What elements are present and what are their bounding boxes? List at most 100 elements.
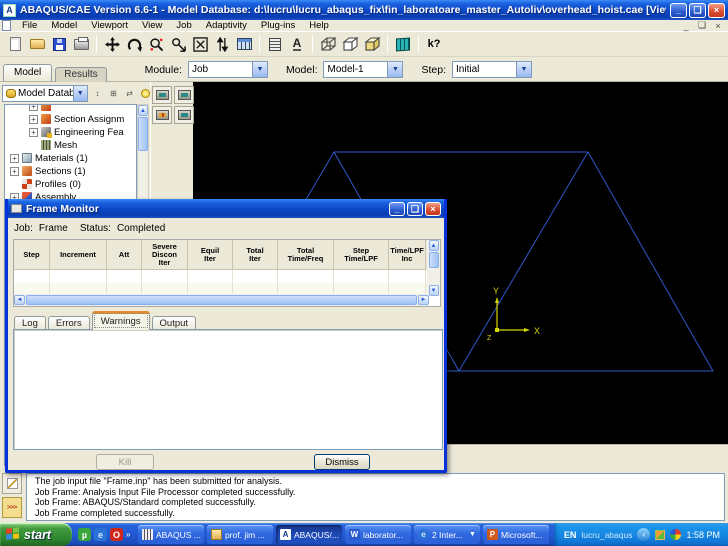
start-button[interactable]: start: [0, 523, 72, 546]
save-file-button[interactable]: [48, 34, 70, 55]
tree-context-combo[interactable]: Model Datab: [2, 85, 88, 102]
hidden-line-display-button[interactable]: [339, 34, 361, 55]
model-combo[interactable]: Model-1: [323, 61, 403, 78]
minimize-button[interactable]: _: [670, 3, 687, 18]
close-button[interactable]: ×: [708, 3, 725, 18]
command-line-tab[interactable]: >>>: [2, 497, 22, 518]
child-close-button[interactable]: ×: [712, 20, 724, 31]
tray-app-icon[interactable]: [655, 530, 665, 540]
dialog-close-button[interactable]: ×: [425, 202, 441, 216]
menu-help[interactable]: Help: [302, 20, 336, 32]
task-button-folder[interactable]: prof. jim ...: [207, 525, 273, 544]
task-button-internet-group[interactable]: e 2 Inter... ▼: [414, 525, 480, 544]
hide-icons-chevron[interactable]: ‹: [637, 528, 650, 541]
rotate-view-button[interactable]: [123, 34, 145, 55]
scroll-up-icon[interactable]: ▲: [138, 105, 148, 116]
print-button[interactable]: [70, 34, 92, 55]
dialog-maximize-button[interactable]: ❏: [407, 202, 423, 216]
menu-viewport[interactable]: Viewport: [84, 20, 135, 32]
table-horizontal-scrollbar[interactable]: ◄ ►: [14, 294, 429, 306]
expand-icon[interactable]: [10, 154, 19, 163]
dialog-minimize-button[interactable]: _: [389, 202, 405, 216]
context-help-button[interactable]: k?: [423, 34, 445, 55]
create-job-button[interactable]: [152, 86, 172, 104]
restore-button[interactable]: ❏: [689, 3, 706, 18]
create-adaptivity-button[interactable]: [152, 106, 172, 124]
menu-plugins[interactable]: Plug-ins: [254, 20, 302, 32]
internet-explorer-icon[interactable]: e: [94, 528, 107, 541]
job-manager-button[interactable]: [174, 86, 194, 104]
tree-item-mesh[interactable]: Mesh: [5, 139, 136, 151]
utorrent-icon[interactable]: µ: [78, 528, 91, 541]
query-button[interactable]: [264, 34, 286, 55]
scroll-thumb[interactable]: [26, 295, 417, 305]
dialog-title-bar[interactable]: Frame Monitor _ ❏ ×: [8, 199, 444, 218]
group-caret-icon[interactable]: ▼: [469, 531, 476, 538]
menu-job[interactable]: Job: [169, 20, 198, 32]
scroll-thumb[interactable]: [138, 117, 148, 151]
opera-icon[interactable]: O: [110, 528, 123, 541]
table-vertical-scrollbar[interactable]: ▲ ▼: [427, 240, 440, 296]
tab-warnings[interactable]: Warnings: [92, 311, 150, 330]
chevron-down-icon[interactable]: [516, 62, 531, 77]
child-minimize-button[interactable]: _: [680, 20, 692, 31]
expand-icon[interactable]: [10, 167, 19, 176]
tray-pinwheel-icon[interactable]: [670, 529, 681, 540]
annotate-button[interactable]: A: [286, 34, 308, 55]
overflow-chevron-icon[interactable]: »: [126, 530, 130, 539]
frame-monitor-dialog[interactable]: Frame Monitor _ ❏ × Job: Frame Status: C…: [5, 199, 447, 473]
menu-adaptivity[interactable]: Adaptivity: [199, 20, 254, 32]
new-file-button[interactable]: [4, 34, 26, 55]
tree-item-engineering-features[interactable]: Engineering Fea: [5, 126, 136, 138]
scroll-thumb[interactable]: [429, 252, 439, 268]
kill-button[interactable]: Kill: [96, 454, 154, 470]
box-zoom-button[interactable]: [167, 34, 189, 55]
pan-view-button[interactable]: [101, 34, 123, 55]
cycle-views-button[interactable]: [211, 34, 233, 55]
wireframe-display-button[interactable]: [317, 34, 339, 55]
language-indicator[interactable]: EN: [564, 530, 577, 540]
tree-filter-icon[interactable]: ⇄: [123, 87, 136, 100]
warnings-output-box[interactable]: [13, 329, 443, 450]
tree-item-profiles[interactable]: Profiles (0): [5, 178, 136, 190]
scroll-right-icon[interactable]: ►: [418, 295, 429, 305]
module-combo[interactable]: Job: [188, 61, 268, 78]
title-bar[interactable]: A ABAQUS/CAE Version 6.6-1 - Model Datab…: [0, 0, 728, 20]
message-log[interactable]: The job input file "Frame.inp" has been …: [26, 473, 725, 521]
mesh-display-button[interactable]: [392, 34, 414, 55]
expand-icon[interactable]: [29, 115, 38, 124]
dismiss-button[interactable]: Dismiss: [314, 454, 370, 470]
scroll-up-icon[interactable]: ▲: [429, 240, 439, 251]
step-combo[interactable]: Initial: [452, 61, 532, 78]
task-button-abaqus-docs[interactable]: ABAQUS ...: [138, 525, 204, 544]
tree-expand-all-icon[interactable]: ⊞: [107, 87, 120, 100]
fit-view-button[interactable]: [189, 34, 211, 55]
adaptivity-manager-button[interactable]: [174, 106, 194, 124]
tree-item-clipped[interactable]: [5, 104, 136, 112]
task-button-abaqus-cae[interactable]: A ABAQUS/...: [276, 525, 342, 544]
shaded-display-button[interactable]: [361, 34, 383, 55]
tree-item-section-assignments[interactable]: Section Assignm: [5, 113, 136, 125]
magnify-view-button[interactable]: [145, 34, 167, 55]
tree-item-materials[interactable]: Materials (1): [5, 152, 136, 164]
tree-spin-icon[interactable]: ↕: [91, 87, 104, 100]
task-button-word-doc[interactable]: W laborator...: [345, 525, 411, 544]
menu-view[interactable]: View: [135, 20, 169, 32]
message-log-tab[interactable]: [2, 473, 22, 494]
tree-item-sections[interactable]: Sections (1): [5, 165, 136, 177]
tab-model[interactable]: Model: [3, 64, 52, 81]
child-restore-button[interactable]: ❏: [696, 20, 708, 31]
task-button-powerpoint[interactable]: P Microsoft...: [483, 525, 549, 544]
lightbulb-icon[interactable]: [139, 87, 152, 100]
view-options-button[interactable]: [233, 34, 255, 55]
expand-icon[interactable]: [29, 104, 38, 111]
expand-icon[interactable]: [29, 128, 38, 137]
chevron-down-icon[interactable]: [252, 62, 267, 77]
menu-model[interactable]: Model: [44, 20, 84, 32]
chevron-down-icon[interactable]: [387, 62, 402, 77]
menu-file[interactable]: File: [15, 20, 44, 32]
tab-results[interactable]: Results: [55, 67, 106, 82]
chevron-down-icon[interactable]: [73, 86, 87, 101]
open-file-button[interactable]: [26, 34, 48, 55]
scroll-left-icon[interactable]: ◄: [14, 295, 25, 305]
